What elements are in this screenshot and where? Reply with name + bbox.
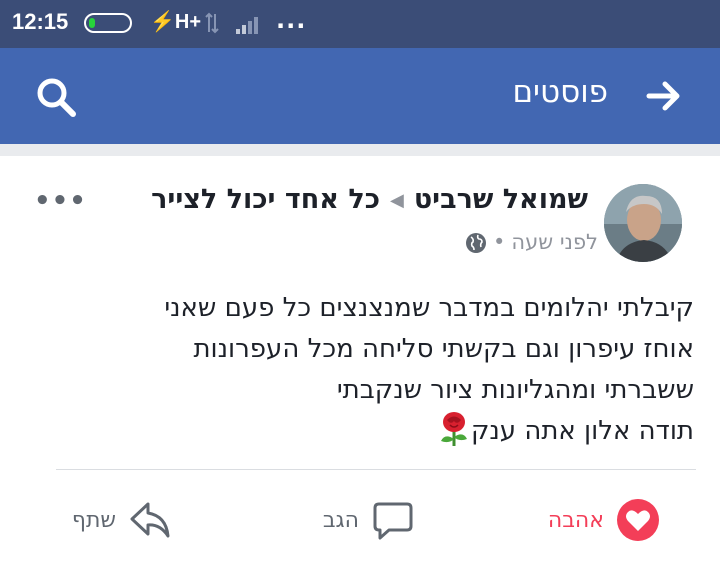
network-indicator: ⚡H+ bbox=[150, 9, 201, 34]
arrow-right-icon[interactable] bbox=[646, 78, 682, 114]
search-icon[interactable] bbox=[34, 75, 78, 119]
post-text-line: אוחז עיפרון וגם בקשתי סליחה מכל העפרונות bbox=[193, 334, 694, 364]
post-body: קיבלתי יהלומים במדבר שמנצנצים כל פעם שאנ… bbox=[24, 288, 694, 452]
post-text-line: תודה אלון אתה ענק bbox=[470, 416, 694, 446]
post-text-line: קיבלתי יהלומים במדבר שמנצנצים כל פעם שאנ… bbox=[164, 293, 694, 323]
triangle-icon: ◀ bbox=[390, 190, 404, 211]
status-time: 12:15 bbox=[12, 9, 69, 34]
more-options-icon[interactable]: ••• bbox=[34, 186, 87, 216]
comment-icon bbox=[373, 502, 413, 540]
love-button[interactable]: אהבה bbox=[548, 496, 660, 544]
divider bbox=[56, 469, 696, 470]
rose-icon bbox=[440, 412, 467, 446]
share-label: שתף bbox=[71, 507, 116, 533]
group-name[interactable]: כל אחד יכול לצייר bbox=[151, 184, 380, 215]
status-bar: 12:15 ⚡H+ ... bbox=[0, 0, 720, 48]
post-time[interactable]: לפני שעה bbox=[511, 230, 598, 254]
share-icon bbox=[130, 502, 170, 538]
more-notifications-icon: ... bbox=[276, 6, 307, 34]
network-type: H+ bbox=[174, 11, 202, 33]
post-text-line: ששברתי ומהגליונות ציור שנקבתי bbox=[336, 375, 694, 405]
comment-label: הגב bbox=[322, 507, 359, 533]
globe-icon bbox=[466, 233, 487, 253]
data-arrows-icon bbox=[205, 12, 219, 34]
share-button[interactable]: שתף bbox=[72, 496, 172, 544]
comment-button[interactable]: הגב bbox=[323, 496, 415, 544]
post-text-line-last: תודה אלון אתה ענק bbox=[24, 411, 694, 452]
avatar[interactable] bbox=[604, 184, 682, 262]
signal-icon bbox=[236, 17, 258, 34]
love-heart-icon bbox=[617, 499, 659, 541]
page-title: פוסטים bbox=[512, 74, 608, 110]
app-bar: פוסטים bbox=[0, 48, 720, 144]
bolt-icon: ⚡ bbox=[150, 11, 175, 33]
battery-icon bbox=[84, 13, 132, 33]
love-label: אהבה bbox=[547, 507, 604, 533]
post-header: שמואל שרביט ◀ כל אחד יכול לצייר bbox=[151, 184, 588, 215]
post-meta: לפני שעה• bbox=[465, 230, 598, 254]
post-card: שמואל שרביט ◀ כל אחד יכול לצייר ••• לפני ש… bbox=[0, 156, 720, 569]
author-name[interactable]: שמואל שרביט bbox=[414, 184, 588, 215]
